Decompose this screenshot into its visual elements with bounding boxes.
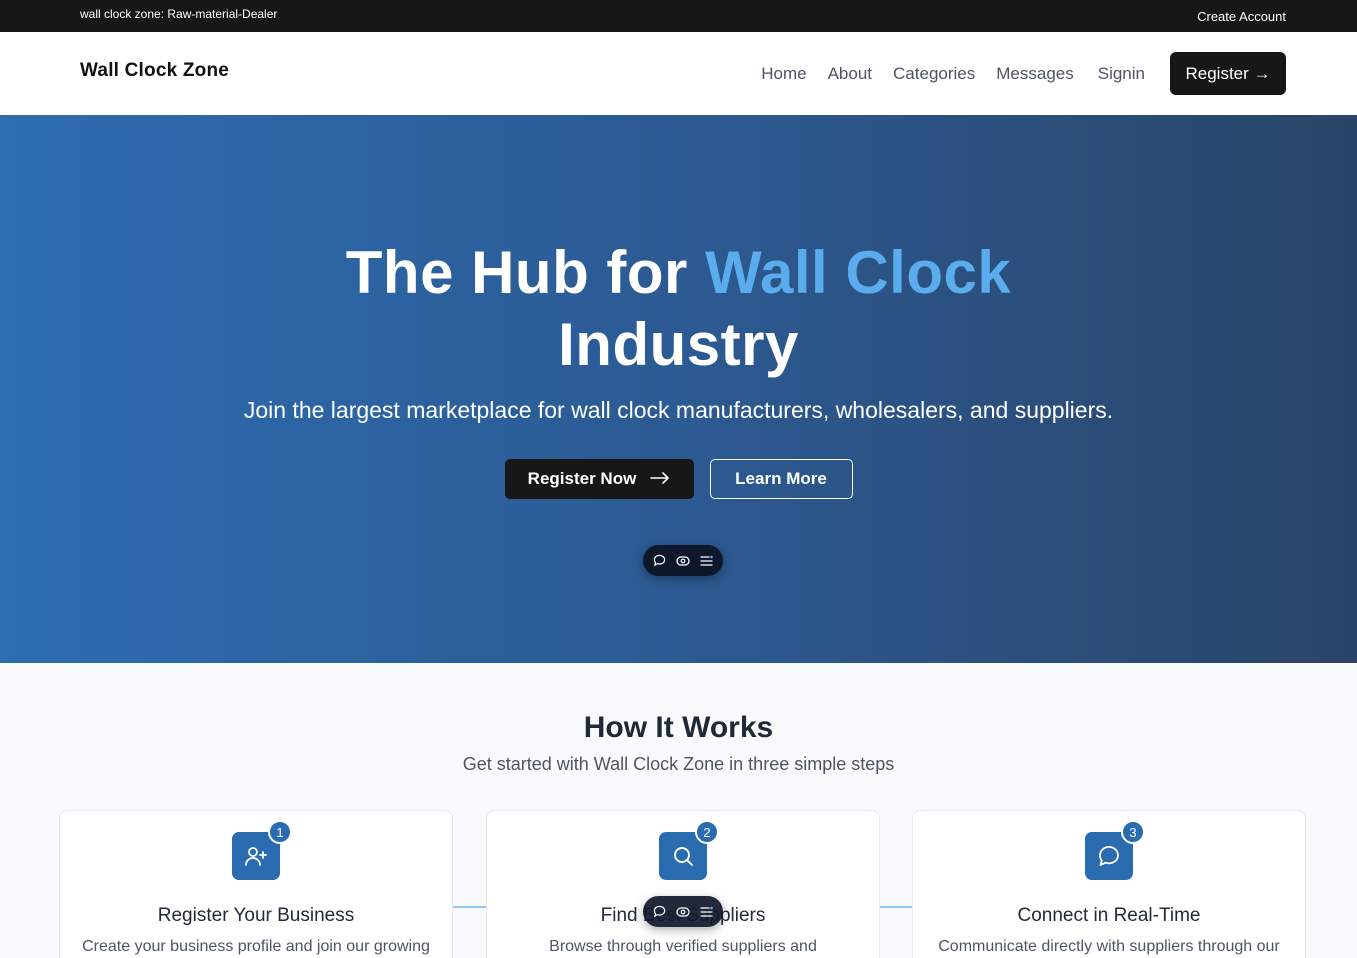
zone-label: wall clock zone: Raw-material-Dealer: [80, 7, 278, 21]
how-subheading: Get started with Wall Clock Zone in thre…: [462, 754, 895, 774]
step-title: Register Your Business: [157, 905, 355, 926]
register-now-button[interactable]: Register Now: [504, 459, 694, 499]
main-navbar: Wall Clock Zone Home About Categories Me…: [0, 32, 1357, 115]
arrow-right-icon: [650, 469, 670, 489]
step-description: Browse through verified suppliers and: [549, 938, 817, 955]
step-description: Communicate directly with suppliers thro…: [938, 938, 1280, 955]
step-number-badge: 2: [695, 820, 719, 844]
step-card: 2 Find Best Suppliers Browse through ver…: [486, 810, 880, 958]
step-connector: [453, 906, 487, 908]
list-icon[interactable]: [700, 555, 713, 567]
register-button[interactable]: Register →: [1170, 52, 1286, 95]
nav-about[interactable]: About: [828, 64, 872, 84]
step-connector: [879, 906, 913, 908]
hero-title-part2: Industry: [558, 311, 799, 378]
hero-title: The Hub for Wall Clock Industry: [0, 237, 1357, 381]
hero-subtitle: Join the largest marketplace for wall cl…: [243, 397, 1114, 423]
top-bar: wall clock zone: Raw-material-Dealer Cre…: [0, 0, 1357, 32]
hero-title-accent: Wall Clock: [705, 239, 1012, 306]
nav-categories[interactable]: Categories: [893, 64, 975, 84]
chat-icon: 3: [1085, 820, 1145, 880]
user-plus-icon: 1: [232, 820, 292, 880]
nav-messages[interactable]: Messages: [996, 64, 1073, 84]
create-account-link[interactable]: Create Account: [1197, 9, 1286, 24]
nav-home[interactable]: Home: [761, 64, 806, 84]
step-card: 3 Connect in Real-Time Communicate direc…: [912, 810, 1306, 958]
eye-icon[interactable]: [676, 906, 690, 918]
how-heading: How It Works: [583, 711, 774, 744]
learn-more-button[interactable]: Learn More: [709, 459, 853, 499]
step-description: Create your business profile and join ou…: [82, 938, 430, 955]
hero-section: The Hub for Wall Clock Industry Join the…: [0, 115, 1357, 663]
comment-icon[interactable]: [653, 905, 666, 918]
step-number-badge: 3: [1121, 820, 1145, 844]
nav-links: Home About Categories Messages Signin Re…: [740, 52, 1286, 95]
hero-title-part1: The Hub for: [345, 239, 706, 306]
list-icon[interactable]: [700, 906, 713, 918]
floating-toolbar: [643, 545, 723, 576]
step-number-badge: 1: [268, 820, 292, 844]
search-icon: 2: [659, 820, 719, 880]
nav-signin[interactable]: Signin: [1098, 64, 1145, 84]
floating-toolbar-overlay: [643, 896, 723, 927]
step-title: Connect in Real-Time: [1017, 905, 1201, 926]
hero-buttons: Register Now Learn More: [0, 459, 1357, 499]
comment-icon[interactable]: [653, 554, 666, 567]
register-now-label: Register Now: [527, 469, 637, 488]
how-it-works-section: How It Works Get started with Wall Clock…: [0, 663, 1357, 958]
eye-icon[interactable]: [676, 555, 690, 567]
step-card: 1 Register Your Business Create your bus…: [59, 810, 453, 958]
brand-logo[interactable]: Wall Clock Zone: [80, 60, 229, 82]
